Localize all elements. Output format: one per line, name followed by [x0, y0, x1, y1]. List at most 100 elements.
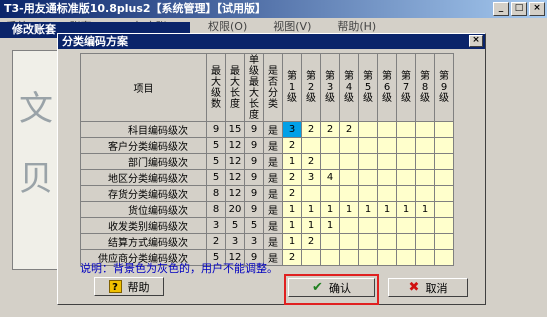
cell-level-4[interactable] — [339, 169, 359, 186]
cell-level-4[interactable]: 2 — [339, 121, 359, 138]
cell-level-1[interactable]: 3 — [282, 121, 302, 138]
cell-level-8[interactable] — [415, 249, 435, 266]
cell-level-5[interactable] — [358, 185, 378, 202]
header-max-length: 最大长度 — [225, 53, 245, 122]
cell-level-8[interactable] — [415, 137, 435, 154]
header-level-2: 第2级 — [301, 53, 321, 122]
cell-level-3[interactable] — [320, 153, 340, 170]
note-text: 说明：背景色为灰色的，用户不能调整。 — [80, 262, 278, 275]
cell-level-2[interactable]: 2 — [301, 233, 321, 250]
cell-level-2[interactable] — [301, 249, 321, 266]
cell-level-4[interactable]: 1 — [339, 201, 359, 218]
cell-level-6[interactable] — [377, 137, 397, 154]
cell-level-2[interactable] — [301, 185, 321, 202]
dialog-close-button[interactable]: × — [469, 35, 483, 47]
cell-level-4[interactable] — [339, 233, 359, 250]
cell-level-5[interactable] — [358, 217, 378, 234]
cell-level-8[interactable] — [415, 153, 435, 170]
cell-level-2[interactable]: 1 — [301, 217, 321, 234]
cell-level-1[interactable]: 2 — [282, 249, 302, 266]
cell-level-1[interactable]: 1 — [282, 217, 302, 234]
cell-level-4[interactable] — [339, 153, 359, 170]
table-row: 结算方式编码级次 2 3 3 是 1 2 — [80, 233, 454, 250]
cell-level-2[interactable]: 3 — [301, 169, 321, 186]
cell-level-8[interactable]: 1 — [415, 201, 435, 218]
cell-level-9[interactable] — [434, 249, 454, 266]
cell-level-2[interactable] — [301, 137, 321, 154]
cell-level-6[interactable] — [377, 153, 397, 170]
cell-level-7[interactable] — [396, 137, 416, 154]
cell-level-7[interactable] — [396, 185, 416, 202]
cell-level-6[interactable] — [377, 233, 397, 250]
cell-level-1[interactable]: 2 — [282, 185, 302, 202]
cell-level-7[interactable] — [396, 233, 416, 250]
maximize-button[interactable]: □ — [511, 2, 527, 16]
cell-level-6[interactable] — [377, 217, 397, 234]
cell-is-category: 是 — [263, 169, 283, 186]
cell-level-9[interactable] — [434, 217, 454, 234]
cell-level-8[interactable] — [415, 121, 435, 138]
cell-level-2[interactable]: 1 — [301, 201, 321, 218]
cell-max-length: 12 — [225, 169, 245, 186]
cell-level-3[interactable]: 4 — [320, 169, 340, 186]
cell-level-1[interactable]: 2 — [282, 169, 302, 186]
cell-level-7[interactable] — [396, 217, 416, 234]
cell-level-5[interactable] — [358, 169, 378, 186]
cell-level-7[interactable] — [396, 249, 416, 266]
help-button[interactable]: ? 帮助 — [94, 277, 164, 296]
cell-level-3[interactable] — [320, 137, 340, 154]
app-title: T3-用友通标准版10.8plus2【系统管理】【试用版】 — [4, 2, 267, 15]
cell-level-7[interactable] — [396, 169, 416, 186]
cell-single-max: 5 — [244, 217, 264, 234]
cell-level-1[interactable]: 1 — [282, 233, 302, 250]
cell-level-5[interactable] — [358, 233, 378, 250]
cell-level-6[interactable]: 1 — [377, 201, 397, 218]
minimize-button[interactable]: _ — [493, 2, 509, 16]
cell-level-5[interactable]: 1 — [358, 201, 378, 218]
cell-level-7[interactable] — [396, 153, 416, 170]
cell-level-7[interactable]: 1 — [396, 201, 416, 218]
cell-level-7[interactable] — [396, 121, 416, 138]
cell-level-5[interactable] — [358, 249, 378, 266]
cell-level-3[interactable]: 1 — [320, 217, 340, 234]
cell-level-6[interactable] — [377, 249, 397, 266]
cell-level-9[interactable] — [434, 201, 454, 218]
cell-level-4[interactable] — [339, 217, 359, 234]
cell-level-9[interactable] — [434, 233, 454, 250]
cell-level-6[interactable] — [377, 169, 397, 186]
close-button[interactable]: × — [529, 2, 545, 16]
cancel-button[interactable]: ✖ 取消 — [388, 278, 468, 297]
cell-level-6[interactable] — [377, 121, 397, 138]
cell-level-6[interactable] — [377, 185, 397, 202]
cell-level-9[interactable] — [434, 153, 454, 170]
cell-level-2[interactable]: 2 — [301, 121, 321, 138]
cell-level-3[interactable]: 1 — [320, 201, 340, 218]
cell-level-3[interactable]: 2 — [320, 121, 340, 138]
cell-level-3[interactable] — [320, 249, 340, 266]
cell-level-1[interactable]: 1 — [282, 153, 302, 170]
cell-level-5[interactable] — [358, 137, 378, 154]
cell-level-1[interactable]: 1 — [282, 201, 302, 218]
cell-level-4[interactable] — [339, 137, 359, 154]
cell-level-2[interactable]: 2 — [301, 153, 321, 170]
cell-max-length: 12 — [225, 137, 245, 154]
coding-scheme-dialog: 分类编码方案 × 项目 最大级数 最大长度 单级最大长度 是否分类 第1级 第2… — [57, 33, 486, 305]
cell-level-9[interactable] — [434, 137, 454, 154]
cell-level-9[interactable] — [434, 121, 454, 138]
row-item-name: 科目编码级次 — [80, 121, 207, 138]
cell-level-3[interactable] — [320, 233, 340, 250]
cell-level-4[interactable] — [339, 185, 359, 202]
cell-level-8[interactable] — [415, 169, 435, 186]
row-item-name: 收发类别编码级次 — [80, 217, 207, 234]
cell-level-9[interactable] — [434, 169, 454, 186]
cell-level-5[interactable] — [358, 153, 378, 170]
cell-level-3[interactable] — [320, 185, 340, 202]
cell-level-8[interactable] — [415, 217, 435, 234]
cell-level-8[interactable] — [415, 185, 435, 202]
cell-level-4[interactable] — [339, 249, 359, 266]
cell-level-8[interactable] — [415, 233, 435, 250]
cell-level-9[interactable] — [434, 185, 454, 202]
cell-level-5[interactable] — [358, 121, 378, 138]
cell-level-1[interactable]: 2 — [282, 137, 302, 154]
header-single-max: 单级最大长度 — [244, 53, 264, 122]
